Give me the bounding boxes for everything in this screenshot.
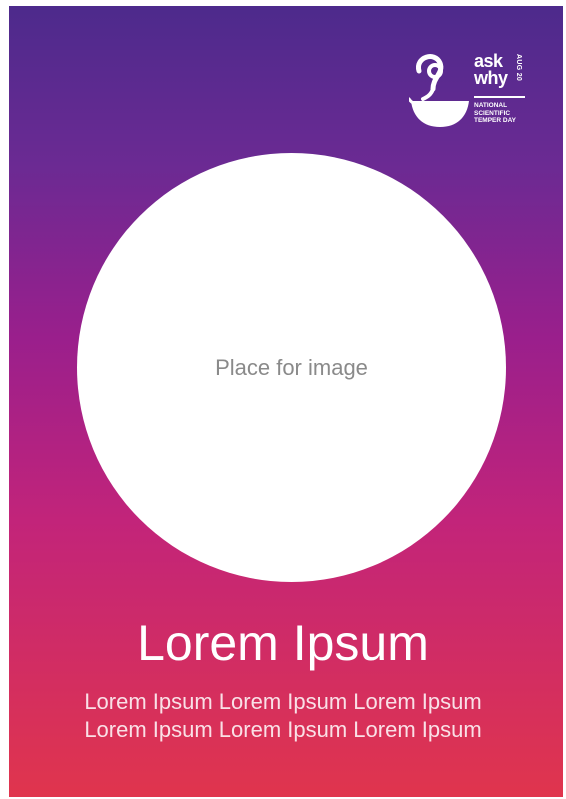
logo-tagline-line: NATIONAL — [474, 102, 508, 109]
poster: ask why AUG 20 NATIONAL SCIENTIFIC TEMPE… — [9, 6, 563, 797]
image-placeholder-label: Place for image — [215, 354, 368, 380]
logo-tagline-line: SCIENTIFIC — [474, 109, 511, 117]
logo-word-why: why — [474, 68, 508, 88]
body-line: Lorem Ipsum Lorem Ipsum Lorem Ipsum — [84, 689, 482, 714]
logo-tagline-line: TEMPER DAY — [474, 117, 517, 124]
lamp-question-icon — [409, 54, 469, 127]
body-text: Lorem Ipsum Lorem Ipsum Lorem Ipsum Lore… — [0, 688, 566, 744]
headline: Lorem Ipsum — [137, 615, 429, 671]
logo-wordmark: ask why — [474, 52, 508, 88]
logo-date: AUG 20 — [515, 54, 522, 82]
ask-why-logo: ask why AUG 20 NATIONAL SCIENTIFIC TEMPE… — [409, 49, 539, 139]
image-placeholder[interactable]: Place for image — [77, 153, 506, 582]
logo-rule — [474, 96, 525, 98]
body-line: Lorem Ipsum Lorem Ipsum Lorem Ipsum — [84, 717, 482, 742]
logo-tagline: NATIONAL SCIENTIFIC TEMPER DAY — [474, 102, 516, 125]
